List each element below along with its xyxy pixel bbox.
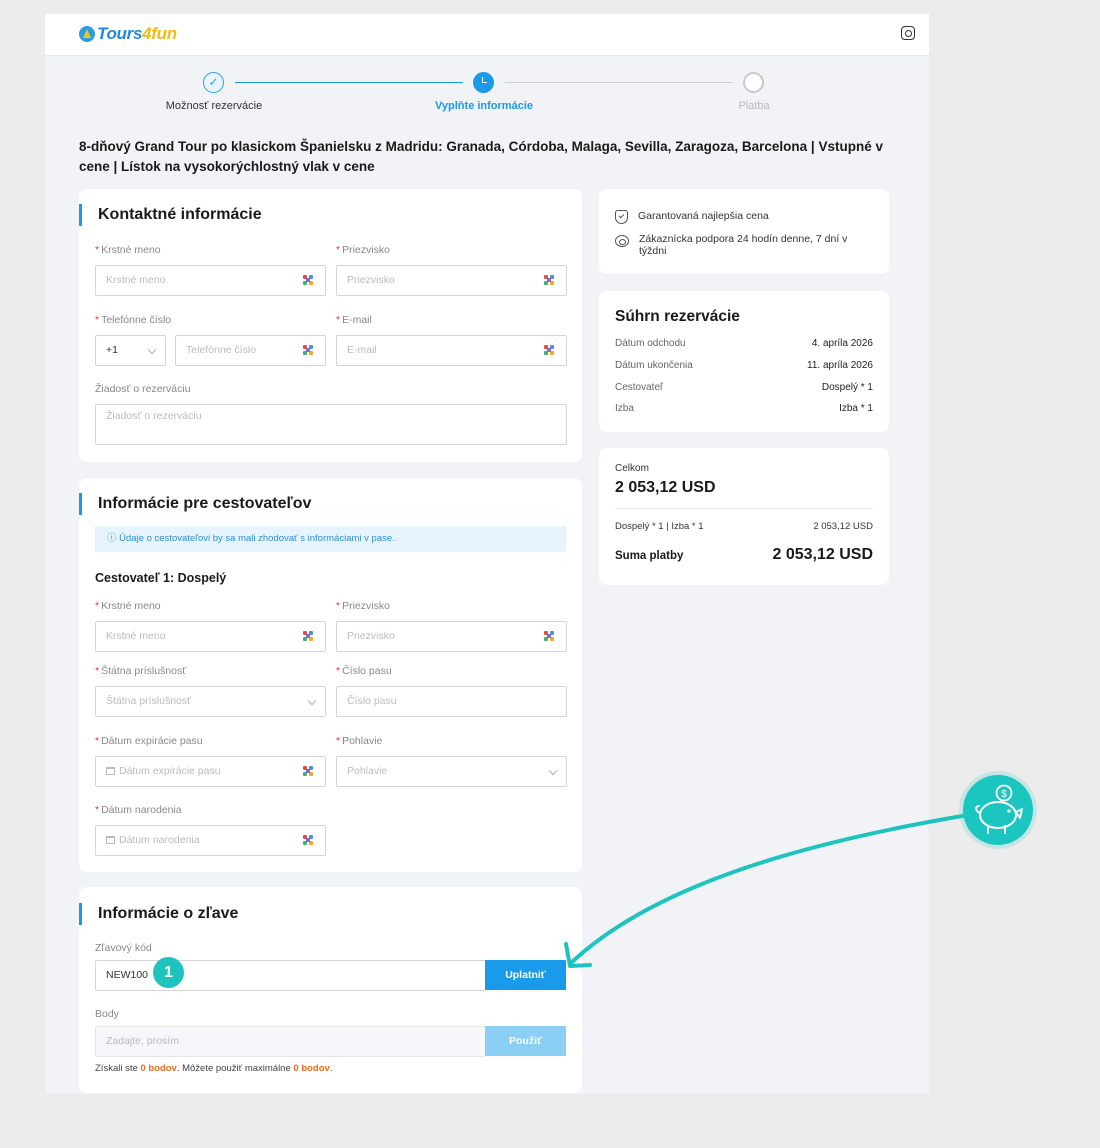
email-label: E-mail: [342, 314, 372, 326]
summary-row-room: Izba Izba * 1: [615, 403, 873, 414]
chevron-down-icon: [307, 696, 317, 706]
svg-text:$: $: [1001, 789, 1007, 800]
autofill-icon[interactable]: [303, 631, 315, 643]
date-of-birth-input[interactable]: Dátum narodenia: [95, 825, 326, 856]
contact-card-title: Kontaktné informácie: [79, 204, 262, 226]
passport-expiry-label: Dátum expirácie pasu: [101, 735, 203, 747]
autofill-icon[interactable]: [544, 631, 556, 643]
summary-row-departure: Dátum odchodu 4. apríla 2026: [615, 338, 873, 349]
booking-request-textarea[interactable]: Žiadosť o rezerváciu: [95, 404, 567, 445]
traveler-first-name-input[interactable]: Krstné meno: [95, 621, 326, 652]
travelers-card: Informácie pre cestovateľov ⓘ Údaje o ce…: [79, 478, 582, 872]
tour-title: 8-dňový Grand Tour po klasickom Španiels…: [79, 139, 883, 174]
support-icon[interactable]: [901, 26, 915, 40]
tours4fun-logo[interactable]: Tours4fun: [79, 24, 177, 44]
traveler-last-name-label: Priezvisko: [342, 600, 390, 612]
logo-main-text: Tours: [97, 24, 143, 43]
step-pending-icon: [743, 72, 764, 93]
nationality-label: Štátna príslušnosť: [101, 665, 187, 677]
shield-icon: [615, 210, 628, 224]
autofill-icon[interactable]: [544, 275, 556, 287]
passport-label: Číslo pasu: [342, 665, 392, 677]
autofill-icon[interactable]: [303, 835, 315, 847]
logo-accent-text: 4fun: [142, 24, 177, 43]
support-row: Zákaznícka podpora 24 hodín denne, 7 dní…: [615, 233, 865, 257]
headset-icon: [615, 235, 629, 247]
email-input[interactable]: E-mail: [336, 335, 567, 366]
last-name-label: Priezvisko: [342, 244, 390, 256]
contact-card: Kontaktné informácie * Krstné meno Krstné…: [79, 189, 582, 462]
top-header: Tours4fun: [45, 14, 929, 56]
total-label: Celkom: [615, 463, 649, 474]
gender-label: Pohlavie: [342, 735, 383, 747]
phone-label: Telefónne číslo: [101, 314, 172, 326]
calendar-icon: [106, 836, 115, 844]
total-card: Celkom 2 053,12 USD Dospelý * 1 | Izba *…: [599, 448, 889, 585]
logo-mark-icon: [79, 26, 95, 42]
discount-code-label: Zľavový kód: [95, 942, 152, 954]
autofill-icon[interactable]: [303, 275, 315, 287]
phone-code-select[interactable]: +1: [95, 335, 166, 366]
apply-discount-button[interactable]: Uplatniť: [485, 960, 566, 990]
points-label: Body: [95, 1008, 119, 1020]
traveler-1-heading: Cestovateľ 1: Dospelý: [95, 571, 227, 585]
checkout-page: Tours4fun ✓ Možnosť rezervácie Vyplňte i…: [45, 14, 973, 1094]
chevron-down-icon: [147, 345, 157, 355]
best-price-row: Garantovaná najlepšia cena: [615, 210, 769, 224]
nationality-select[interactable]: Štátna príslušnosť: [95, 686, 326, 717]
price-breakdown-row: Dospelý * 1 | Izba * 12 053,12 USD: [615, 521, 873, 532]
step-badge-1: 1: [153, 957, 184, 988]
divider: [615, 508, 873, 509]
summary-row-traveler: Cestovateľ Dospelý * 1: [615, 382, 873, 393]
guarantees-card: Garantovaná najlepšia cena Zákaznícka po…: [599, 189, 889, 274]
discount-card-title: Informácie o zľave: [79, 903, 238, 925]
autofill-icon[interactable]: [303, 766, 315, 778]
discount-card: Informácie o zľave Zľavový kód NEW100 Up…: [79, 887, 582, 1093]
step-current-clock-icon: [473, 72, 494, 93]
passport-expiry-input[interactable]: Dátum expirácie pasu: [95, 756, 326, 787]
points-input[interactable]: Zadajte, prosím: [95, 1026, 486, 1057]
step-progress-line: [235, 82, 463, 83]
step-pending-line: [505, 82, 733, 83]
passport-notice: ⓘ Údaje o cestovateľovi by sa mali zhodo…: [95, 526, 566, 552]
step-label-fill-info: Vyplňte informácie: [434, 100, 533, 112]
phone-number-input[interactable]: Telefónne číslo: [175, 335, 326, 366]
step-label-booking-option: Možnosť rezervácie: [165, 100, 263, 112]
summary-title: Súhrn rezervácie: [615, 308, 740, 325]
total-amount: 2 053,12 USD: [615, 479, 716, 496]
calendar-icon: [106, 767, 115, 775]
first-name-label: Krstné meno: [101, 244, 161, 256]
gender-select[interactable]: Pohlavie: [336, 756, 567, 787]
request-label: Žiadosť o rezerváciu: [95, 383, 191, 395]
traveler-first-name-label: Krstné meno: [101, 600, 161, 612]
use-points-button[interactable]: Použiť: [485, 1026, 566, 1056]
contact-first-name-input[interactable]: Krstné meno: [95, 265, 326, 296]
autofill-icon[interactable]: [303, 345, 315, 357]
booking-summary-card: Súhrn rezervácie Dátum odchodu 4. apríla …: [599, 291, 889, 432]
travelers-card-title: Informácie pre cestovateľov: [79, 493, 311, 515]
chevron-down-icon: [548, 766, 558, 776]
step-done-icon: ✓: [203, 72, 224, 93]
passport-number-input[interactable]: Číslo pasu: [336, 686, 567, 717]
points-note: Získali ste 0 bodov. Môžete použiť maxim…: [95, 1063, 333, 1074]
step-label-payment: Platba: [738, 100, 770, 112]
payment-total-row: Suma platby 2 053,12 USD: [615, 546, 873, 563]
contact-last-name-input[interactable]: Priezvisko: [336, 265, 567, 296]
dob-label: Dátum narodenia: [101, 804, 182, 816]
autofill-icon[interactable]: [544, 345, 556, 357]
piggy-bank-icon: $: [963, 775, 1033, 845]
summary-row-end: Dátum ukončenia 11. apríla 2026: [615, 360, 873, 371]
traveler-last-name-input[interactable]: Priezvisko: [336, 621, 567, 652]
